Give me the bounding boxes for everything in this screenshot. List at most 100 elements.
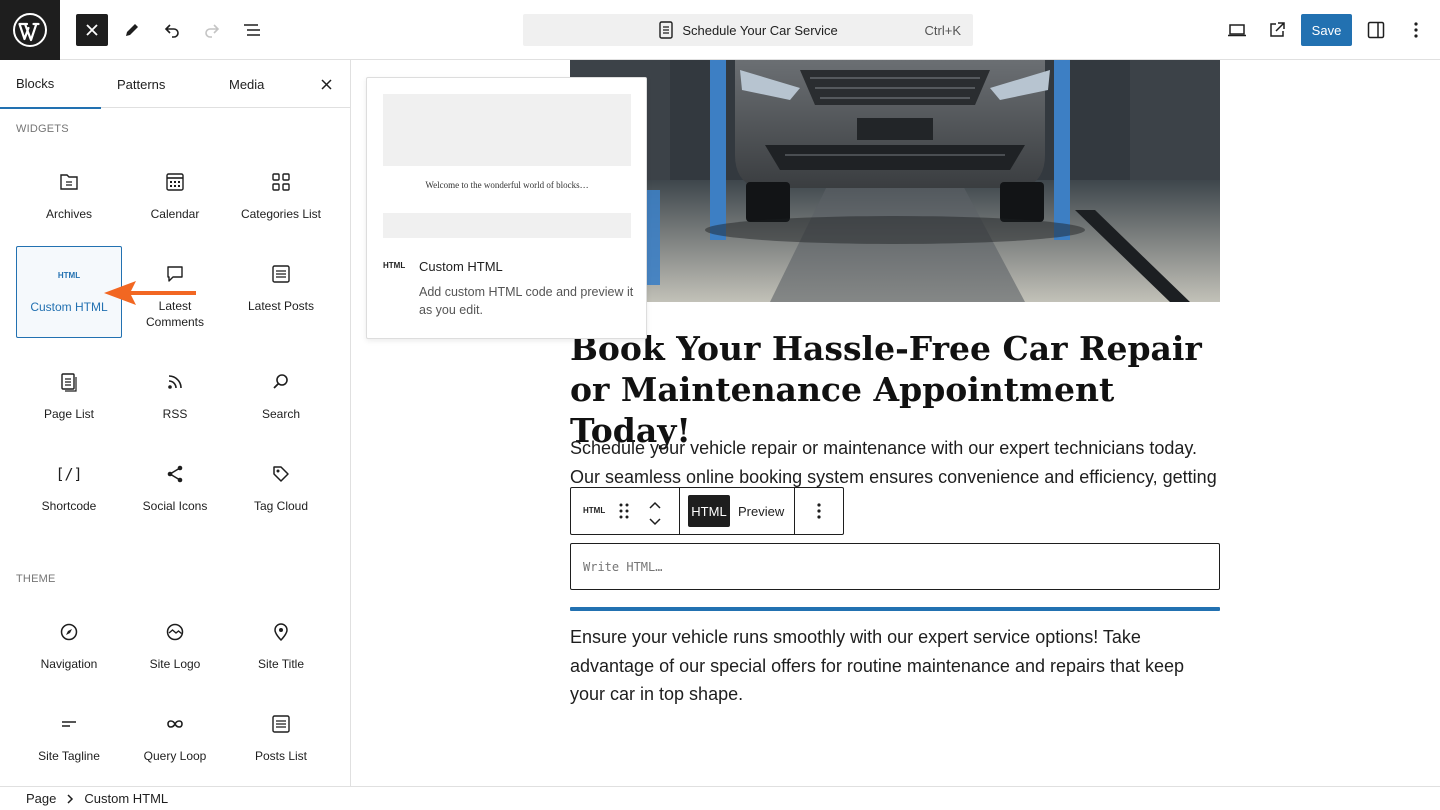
block-item-archives[interactable]: Archives	[16, 154, 122, 246]
toolbar-divider	[679, 488, 680, 534]
tab-blocks[interactable]: Blocks	[0, 60, 101, 109]
block-item-latest-posts[interactable]: Latest Posts	[228, 246, 334, 338]
settings-sidebar-button[interactable]	[1360, 14, 1392, 46]
block-item-categories-list[interactable]: Categories List	[228, 154, 334, 246]
document-overview-button[interactable]	[236, 14, 268, 46]
command-palette-bar[interactable]: Schedule Your Car Service Ctrl+K	[523, 14, 973, 46]
post-list-icon	[271, 262, 291, 286]
block-item-label: Social Icons	[142, 499, 208, 513]
block-item-query-loop[interactable]: Query Loop	[122, 696, 228, 786]
drag-handle-icon[interactable]	[619, 503, 629, 524]
annotation-arrow	[104, 281, 196, 305]
block-item-site-title[interactable]: Site Title	[228, 604, 334, 696]
block-item-label: Calendar	[150, 207, 200, 221]
tagline-icon	[59, 712, 79, 736]
undo-icon	[164, 24, 179, 38]
block-item-rss[interactable]: RSS	[122, 354, 228, 446]
block-inserter-panel: Blocks Patterns Media WIDGETS Archives C…	[0, 60, 351, 786]
block-item-site-tagline[interactable]: Site Tagline	[16, 696, 122, 786]
block-item-label: Archives	[45, 207, 92, 221]
preview-tab-button[interactable]: Preview	[738, 504, 784, 519]
redo-button[interactable]	[196, 14, 228, 46]
move-up-button[interactable]	[648, 497, 662, 515]
block-item-label: Categories List	[240, 207, 322, 221]
offers-paragraph[interactable]: Ensure your vehicle runs smoothly with o…	[570, 623, 1220, 709]
preview-placeholder	[383, 213, 631, 238]
tab-patterns[interactable]: Patterns	[117, 60, 165, 108]
block-item-label: Site Title	[257, 657, 305, 671]
chevron-down-icon	[649, 518, 661, 526]
block-item-social-icons[interactable]: Social Icons	[122, 446, 228, 538]
block-item-label: Query Loop	[143, 749, 207, 763]
post-list-icon	[271, 712, 291, 736]
section-title-widgets: WIDGETS	[16, 123, 69, 135]
redo-icon	[205, 24, 220, 38]
pencil-icon	[126, 24, 138, 36]
undo-button[interactable]	[156, 14, 188, 46]
html-icon: HTML	[57, 270, 81, 280]
html-tab-button[interactable]: HTML	[688, 495, 730, 527]
html-block-icon[interactable]: HTML	[583, 506, 605, 515]
kebab-menu-icon	[817, 503, 821, 519]
preview-placeholder	[383, 94, 631, 166]
html-block-icon: HTML	[383, 261, 406, 270]
device-preview-button[interactable]	[1221, 14, 1253, 46]
block-item-navigation[interactable]: Navigation	[16, 604, 122, 696]
block-item-tag-cloud[interactable]: Tag Cloud	[228, 446, 334, 538]
view-page-button[interactable]	[1261, 14, 1293, 46]
list-view-icon	[244, 24, 260, 36]
block-item-page-list[interactable]: Page List	[16, 354, 122, 446]
preview-block-description: Add custom HTML code and preview it as y…	[419, 285, 634, 317]
rss-icon	[165, 370, 185, 394]
options-menu-button[interactable]	[1400, 14, 1432, 46]
preview-block-title: Custom HTML	[419, 259, 503, 274]
block-item-shortcode[interactable]: [/] Shortcode	[16, 446, 122, 538]
close-icon	[320, 78, 332, 90]
save-button[interactable]: Save	[1301, 14, 1352, 46]
block-item-label: Posts List	[254, 749, 308, 763]
breadcrumb-custom-html[interactable]: Custom HTML	[84, 791, 168, 806]
preview-sample-text: Welcome to the wonderful world of blocks…	[425, 180, 589, 190]
hero-car-image[interactable]	[570, 60, 1220, 302]
laptop-icon	[1228, 24, 1246, 37]
page-headline[interactable]: Book Your Hassle-Free Car Repair or Main…	[570, 328, 1220, 451]
breadcrumb-page[interactable]: Page	[26, 791, 56, 806]
block-item-posts-list[interactable]: Posts List	[228, 696, 334, 786]
share-icon	[165, 462, 185, 486]
kebab-menu-icon	[1414, 22, 1418, 38]
tools-button[interactable]	[116, 14, 148, 46]
block-item-label: Site Logo	[149, 657, 201, 671]
block-item-search[interactable]: Search	[228, 354, 334, 446]
wordpress-logo-button[interactable]	[0, 0, 60, 60]
block-item-calendar[interactable]: Calendar	[122, 154, 228, 246]
search-icon	[271, 370, 291, 394]
block-preview-popover: Welcome to the wonderful world of blocks…	[366, 77, 647, 339]
close-icon	[86, 24, 98, 36]
car-garage-illustration	[570, 60, 1220, 302]
intro-paragraph[interactable]: Schedule your vehicle repair or maintena…	[570, 434, 1220, 491]
html-code-input[interactable]: Write HTML…	[570, 543, 1220, 590]
close-inserter-button[interactable]	[76, 14, 108, 46]
external-link-icon	[1270, 22, 1285, 37]
block-options-button[interactable]	[817, 503, 821, 524]
block-item-label: Navigation	[40, 657, 98, 671]
move-down-button[interactable]	[648, 514, 662, 532]
block-item-label: Latest Posts	[247, 299, 315, 313]
block-item-label: Search	[261, 407, 301, 421]
toolbar-divider	[794, 488, 795, 534]
breadcrumb: Page Custom HTML	[0, 786, 1440, 810]
tag-icon	[271, 462, 291, 486]
shortcut-hint: Ctrl+K	[924, 23, 961, 38]
document-title: Schedule Your Car Service	[682, 22, 838, 38]
page-list-icon	[59, 370, 79, 394]
close-inserter-panel-button[interactable]	[316, 74, 336, 94]
block-toolbar: HTML HTML Preview	[570, 487, 844, 535]
block-item-site-logo[interactable]: Site Logo	[122, 604, 228, 696]
section-title-theme: THEME	[16, 573, 56, 585]
tab-media[interactable]: Media	[229, 60, 264, 108]
block-item-label: Shortcode	[41, 499, 97, 513]
calendar-icon	[165, 170, 185, 194]
chevron-right-icon	[66, 793, 74, 804]
block-item-label: Page List	[43, 407, 95, 421]
wordpress-icon	[13, 13, 47, 47]
